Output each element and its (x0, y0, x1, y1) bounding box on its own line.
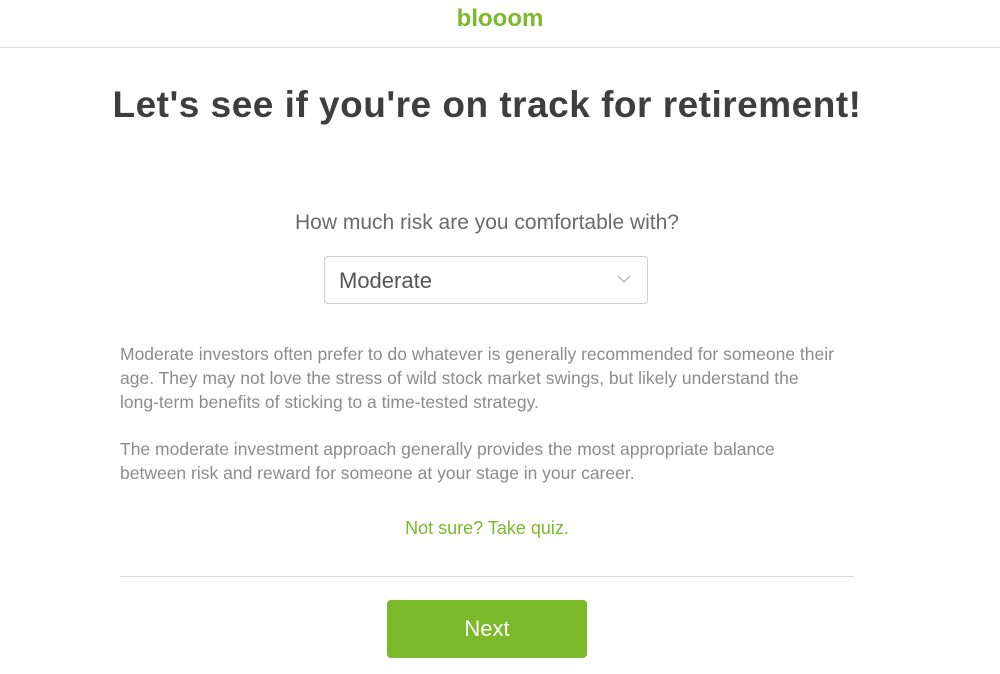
blooom-logo[interactable]: blooom (0, 5, 1000, 33)
page-title: Let's see if you're on track for retirem… (112, 84, 862, 125)
top-bar: blooom (0, 0, 1000, 48)
chevron-down-icon (617, 275, 631, 283)
risk-level-select[interactable]: Moderate (324, 256, 648, 304)
risk-level-selected-value: Moderate (339, 268, 432, 293)
next-button[interactable]: Next (387, 600, 587, 658)
risk-question-label: How much risk are you comfortable with? (295, 211, 679, 234)
divider (120, 576, 854, 577)
risk-approach-paragraph: The moderate investment approach general… (120, 439, 775, 483)
take-quiz-link[interactable]: Not sure? Take quiz. (0, 518, 974, 539)
risk-description-paragraph: Moderate investors often prefer to do wh… (120, 344, 834, 412)
